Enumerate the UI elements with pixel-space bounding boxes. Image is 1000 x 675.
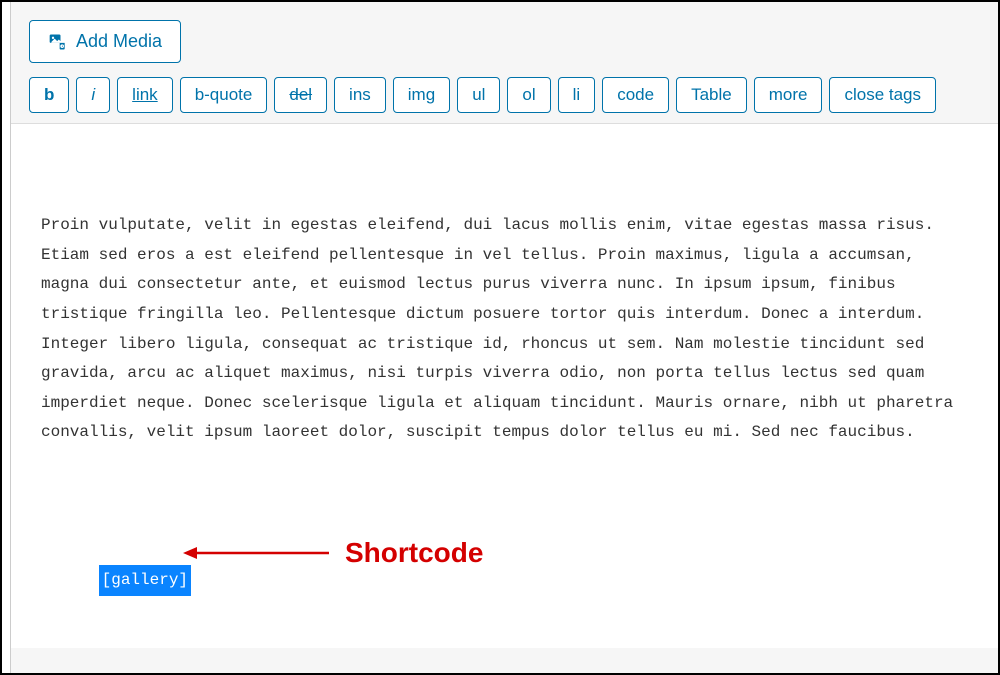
qt-more-button[interactable]: more	[754, 77, 823, 113]
qt-ol-button[interactable]: ol	[507, 77, 550, 113]
quicktags-toolbar: b i link b-quote del ins img ul ol li co…	[11, 63, 998, 123]
gallery-shortcode[interactable]: [gallery]	[99, 565, 191, 597]
qt-del-button[interactable]: del	[274, 77, 327, 113]
annotation-arrow: Shortcode	[181, 527, 483, 579]
qt-code-button[interactable]: code	[602, 77, 669, 113]
arrow-icon	[181, 533, 331, 573]
qt-bold-button[interactable]: b	[29, 77, 69, 113]
qt-table-button[interactable]: Table	[676, 77, 747, 113]
qt-link-button[interactable]: link	[117, 77, 173, 113]
qt-closetags-button[interactable]: close tags	[829, 77, 936, 113]
annotation-label: Shortcode	[345, 527, 483, 579]
media-icon	[48, 32, 68, 52]
add-media-button[interactable]: Add Media	[29, 20, 181, 63]
text-editor-area[interactable]: Proin vulputate, velit in egestas eleife…	[11, 123, 998, 648]
qt-li-button[interactable]: li	[558, 77, 596, 113]
qt-bquote-button[interactable]: b-quote	[180, 77, 268, 113]
paragraph-1: Proin vulputate, velit in egestas eleife…	[41, 211, 970, 448]
editor-shell: Add Media b i link b-quote del ins img u…	[10, 2, 998, 673]
qt-ul-button[interactable]: ul	[457, 77, 500, 113]
qt-ins-button[interactable]: ins	[334, 77, 386, 113]
shortcode-line: [gallery] Shortcode	[41, 535, 970, 648]
add-media-label: Add Media	[76, 31, 162, 52]
qt-img-button[interactable]: img	[393, 77, 450, 113]
qt-italic-button[interactable]: i	[76, 77, 110, 113]
